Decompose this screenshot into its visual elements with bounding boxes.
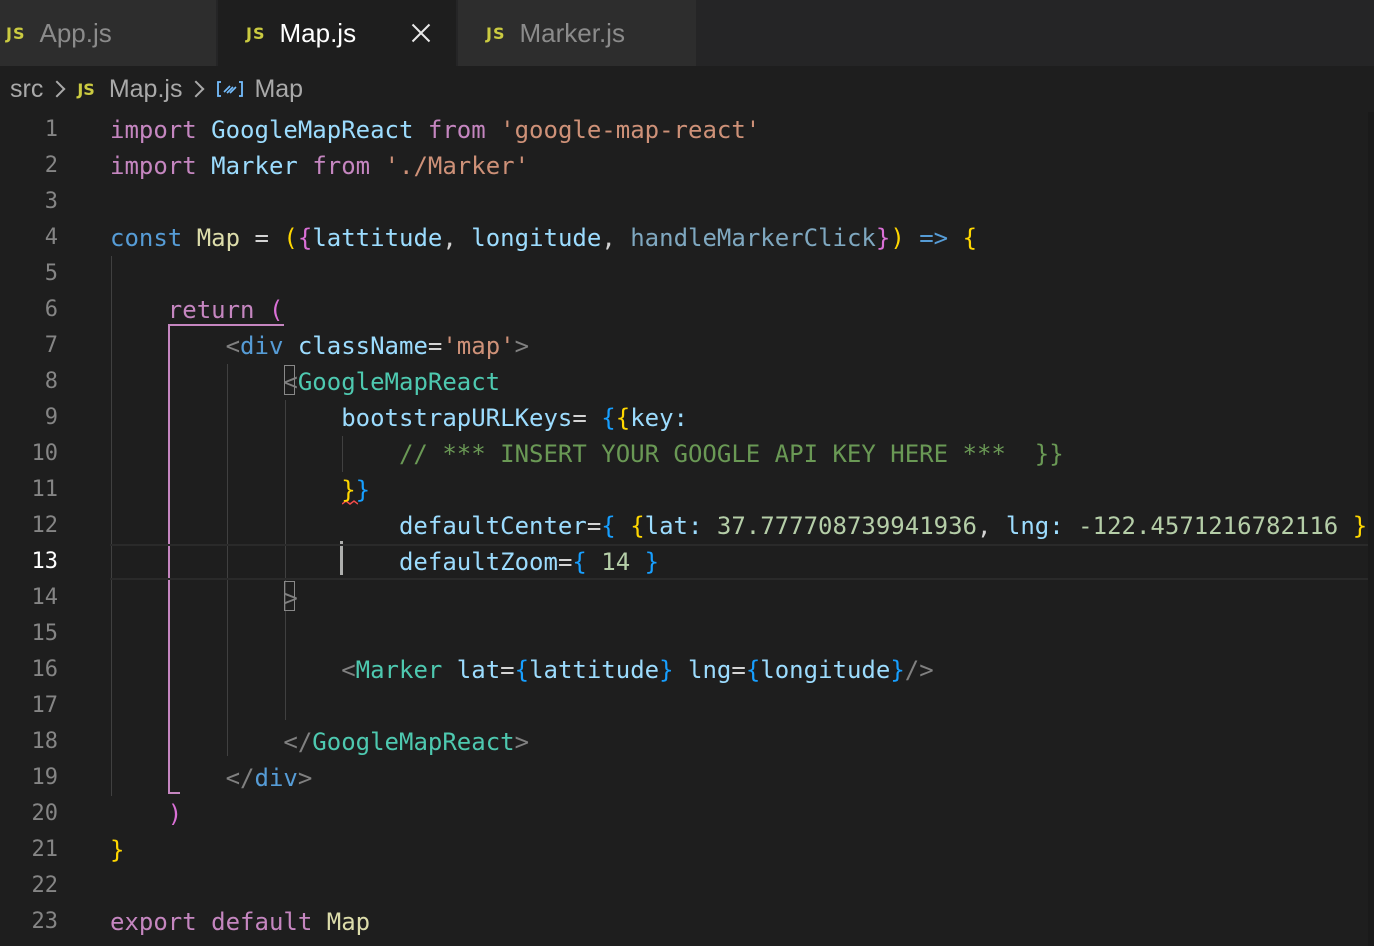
tab-app-js[interactable]: JS App.js xyxy=(0,0,216,66)
line-number: 18 xyxy=(31,729,59,754)
code-line[interactable]: 9 bootstrapURLKeys= {{key: xyxy=(0,400,1374,436)
line-code: defaultCenter={ {lat: 37.777708739941936… xyxy=(398,512,1368,540)
code-line[interactable]: 15 xyxy=(0,616,1374,652)
chevron-right-icon xyxy=(187,80,205,98)
code-line[interactable]: 5 xyxy=(0,256,1374,292)
line-code: <div className='map'> xyxy=(225,332,530,360)
line-number: 9 xyxy=(44,405,58,430)
code-line[interactable]: 17 xyxy=(0,688,1374,724)
line-code: const Map = ({lattitude, longitude, hand… xyxy=(110,224,978,252)
breadcrumb-folder[interactable]: src xyxy=(10,75,43,104)
line-number: 3 xyxy=(44,189,58,214)
code-line[interactable]: 14 > xyxy=(0,580,1374,616)
chevron-right-icon xyxy=(48,80,66,98)
line-number: 20 xyxy=(31,801,59,826)
line-code: </div> xyxy=(225,764,313,792)
line-number: 8 xyxy=(44,369,58,394)
tab-label: Marker.js xyxy=(519,17,625,48)
code-line[interactable]: 3 xyxy=(0,184,1374,220)
line-number: 17 xyxy=(31,693,59,718)
line-number: 2 xyxy=(44,153,58,178)
line-number: 21 xyxy=(31,837,59,862)
line-number: 10 xyxy=(31,441,59,466)
code-line[interactable]: 2 import Marker from './Marker' xyxy=(0,148,1374,184)
code-line[interactable]: 6 return ( xyxy=(0,292,1374,328)
line-number: 7 xyxy=(44,333,58,358)
code-line[interactable]: 12 defaultCenter={ {lat: 37.777708739941… xyxy=(0,508,1374,544)
code-line[interactable]: 19 </div> xyxy=(0,760,1374,796)
breadcrumb-symbol-label: Map xyxy=(254,74,304,103)
tab-label: App.js xyxy=(39,17,112,48)
line-number: 12 xyxy=(31,513,59,538)
line-number: 23 xyxy=(31,909,59,934)
line-code: <GoogleMapReact xyxy=(283,368,501,396)
line-number: 13 xyxy=(31,549,59,574)
line-number: 15 xyxy=(31,621,59,646)
breadcrumb-symbol[interactable]: Map xyxy=(216,75,303,104)
line-code: import GoogleMapReact from 'google-map-r… xyxy=(110,116,761,144)
code-line[interactable]: 16 <Marker lat={lattitude} lng={longitud… xyxy=(0,652,1374,688)
line-number: 6 xyxy=(44,297,58,322)
line-code: }} xyxy=(341,476,371,504)
line-number: 11 xyxy=(31,477,59,502)
tab-marker-js[interactable]: JS Marker.js xyxy=(458,0,696,66)
line-number: 22 xyxy=(31,873,59,898)
javascript-file-icon: JS xyxy=(77,79,95,99)
code-line[interactable]: 18 </GoogleMapReact> xyxy=(0,724,1374,760)
code-line[interactable]: 7 <div className='map'> xyxy=(0,328,1374,364)
code-line[interactable]: 1 import GoogleMapReact from 'google-map… xyxy=(0,112,1374,148)
line-number: 1 xyxy=(44,117,58,142)
tab-map-js[interactable]: JS Map.js xyxy=(218,0,456,66)
line-code: </GoogleMapReact> xyxy=(283,728,530,756)
breadcrumb-file[interactable]: JS Map.js xyxy=(77,75,182,104)
line-number: 5 xyxy=(44,261,58,286)
close-icon[interactable] xyxy=(408,20,434,46)
line-number: 16 xyxy=(31,657,59,682)
line-code: <Marker lat={lattitude} lng={longitude}/… xyxy=(341,656,934,684)
line-code: } xyxy=(110,836,125,864)
line-code: return ( xyxy=(167,296,284,324)
line-number: 14 xyxy=(31,585,59,610)
code-line[interactable]: 23 export default Map xyxy=(0,904,1374,940)
line-code: > xyxy=(283,584,298,612)
code-line[interactable]: 20 ) xyxy=(0,796,1374,832)
line-code: export default Map xyxy=(110,908,371,936)
tab-label: Map.js xyxy=(279,17,357,48)
code-line[interactable]: 11 }} xyxy=(0,472,1374,508)
line-code: defaultZoom={ 14 } xyxy=(398,548,660,576)
code-line[interactable]: 8 <GoogleMapReact xyxy=(0,364,1374,400)
line-code: import Marker from './Marker' xyxy=(110,152,530,180)
line-number: 19 xyxy=(31,765,59,790)
vertical-scrollbar[interactable] xyxy=(1368,112,1374,946)
code-line[interactable]: 10 // *** INSERT YOUR GOOGLE API KEY HER… xyxy=(0,436,1374,472)
code-editor[interactable]: 1 import GoogleMapReact from 'google-map… xyxy=(0,112,1374,946)
javascript-file-icon: JS xyxy=(246,23,266,43)
line-code: // *** INSERT YOUR GOOGLE API KEY HERE *… xyxy=(398,440,1064,468)
line-code: ) xyxy=(167,800,183,828)
code-line[interactable]: 22 xyxy=(0,868,1374,904)
breadcrumb-file-label: Map.js xyxy=(108,74,183,103)
code-line[interactable]: 21 } xyxy=(0,832,1374,868)
variable-symbol-icon xyxy=(217,81,244,97)
line-code: bootstrapURLKeys= {{key: xyxy=(341,404,688,432)
code-line-current[interactable]: 13 defaultZoom={ 14 } xyxy=(0,544,1374,580)
javascript-file-icon: JS xyxy=(486,23,506,43)
code-line[interactable]: 4 const Map = ({lattitude, longitude, ha… xyxy=(0,220,1374,256)
line-number: 4 xyxy=(44,225,58,250)
editor-tab-bar: JS App.js JS Map.js JS Marker.js xyxy=(0,0,1374,66)
javascript-file-icon: JS xyxy=(6,23,26,43)
breadcrumb: src JS Map.js Map xyxy=(0,66,1374,112)
